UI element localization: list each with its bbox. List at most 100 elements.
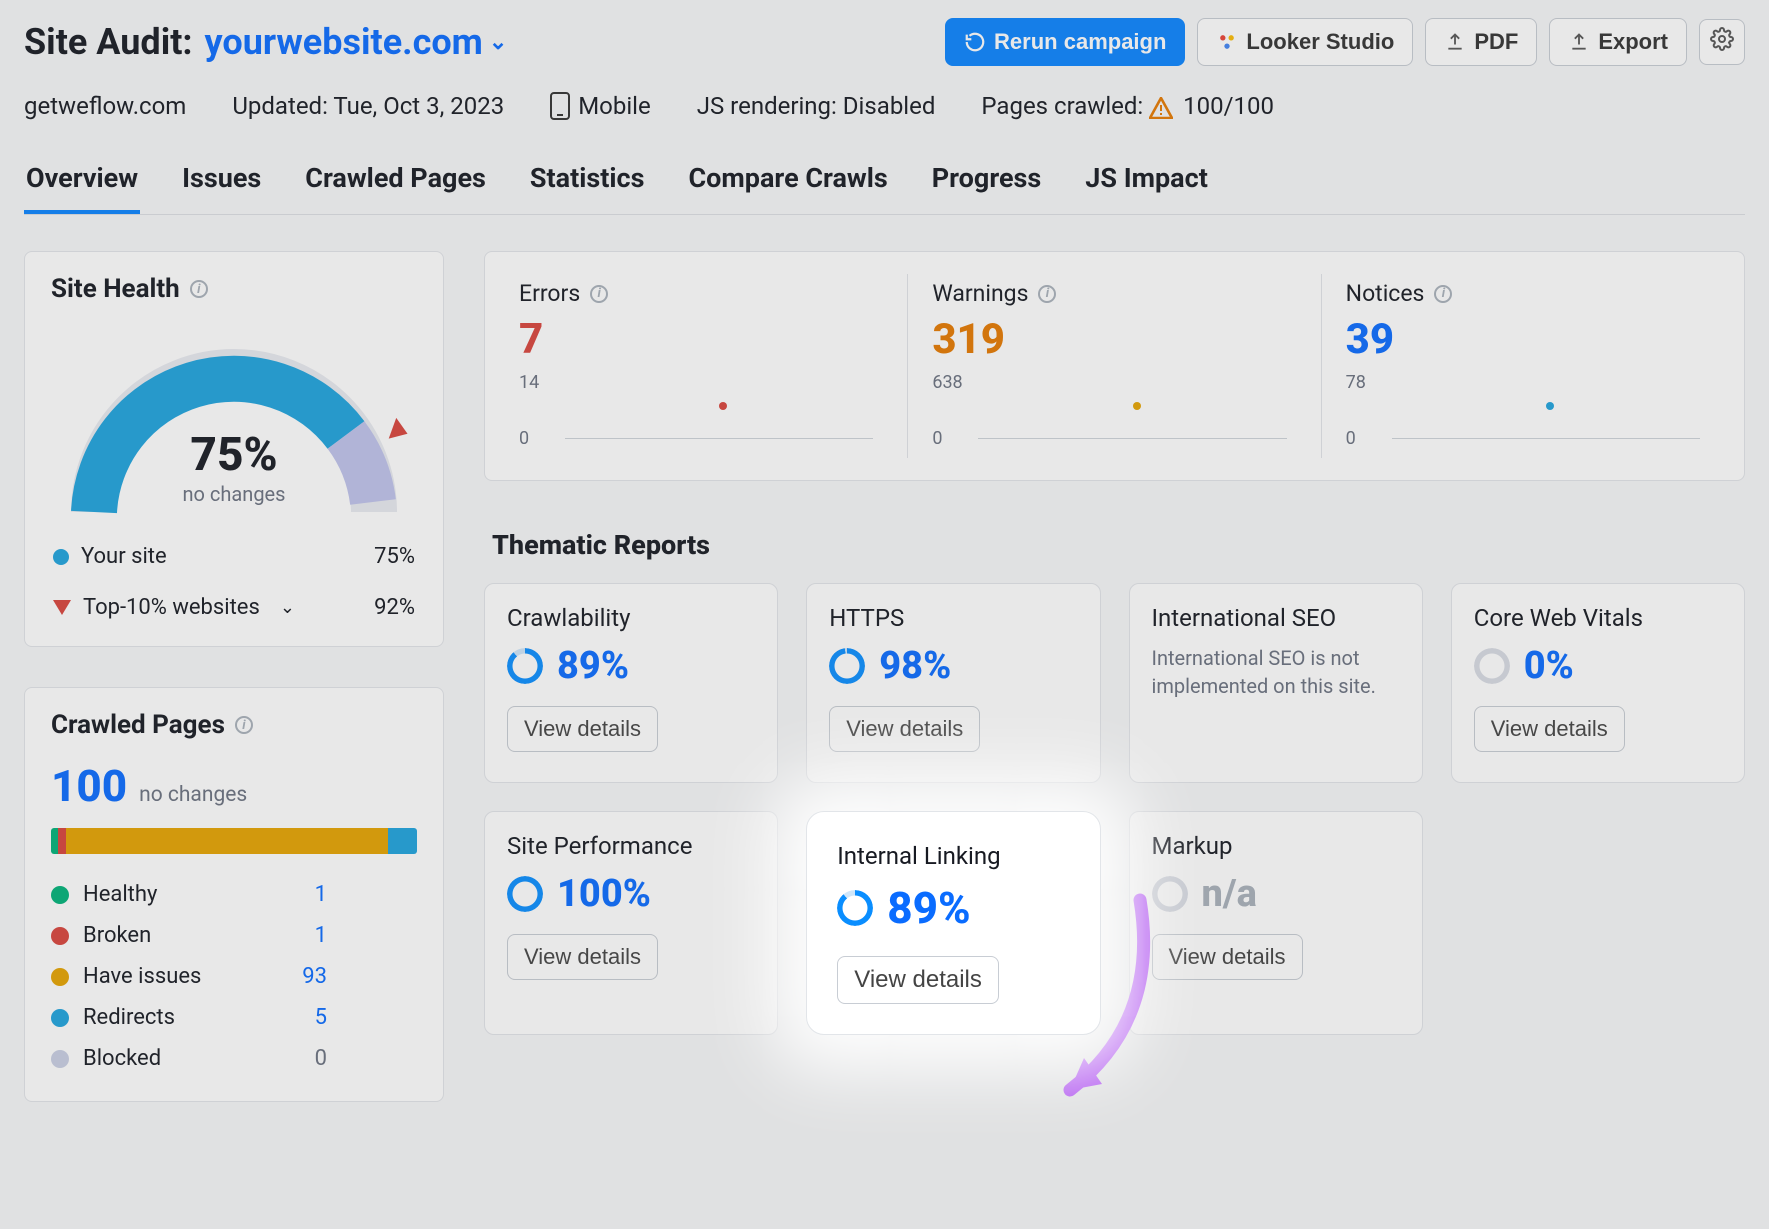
- data-point: [1133, 402, 1141, 410]
- site-domain-label: yourwebsite.com: [205, 21, 483, 63]
- thematic-reports-title: Thematic Reports: [492, 529, 1737, 561]
- stat-warnings[interactable]: Warningsi3196380: [908, 274, 1321, 458]
- rerun-campaign-button[interactable]: Rerun campaign: [945, 18, 1185, 66]
- site-health-gauge: 75% no changes: [64, 332, 404, 522]
- card-title: International SEO: [1152, 604, 1400, 632]
- dot-icon: [51, 1009, 69, 1027]
- card-value: 89%: [887, 882, 970, 934]
- donut-icon: [1152, 876, 1188, 912]
- donut-icon: [1474, 648, 1510, 684]
- thematic-card-site-performance: Site Performance 100% View details: [484, 811, 778, 1035]
- pages-crawled-label: Pages crawled:: [981, 92, 1143, 120]
- card-title: Site Performance: [507, 832, 755, 860]
- info-icon[interactable]: i: [1434, 285, 1452, 303]
- dot-icon: [51, 886, 69, 904]
- card-value: 0%: [1524, 644, 1574, 688]
- stat-label: Notices: [1346, 280, 1425, 307]
- pdf-label: PDF: [1474, 29, 1518, 55]
- tab-compare-crawls[interactable]: Compare Crawls: [687, 156, 890, 214]
- row-value: 0: [287, 1046, 327, 1071]
- crawled-row-healthy[interactable]: Healthy1: [51, 874, 417, 915]
- crawled-row-have-issues[interactable]: Have issues 93: [51, 956, 417, 997]
- thematic-card-https: HTTPS98%View details: [806, 583, 1100, 783]
- tab-issues[interactable]: Issues: [180, 156, 263, 214]
- crawled-pages-sub: no changes: [139, 783, 247, 807]
- gauge-sub: no changes: [64, 482, 404, 506]
- rerun-label: Rerun campaign: [994, 29, 1166, 55]
- info-icon[interactable]: i: [190, 280, 208, 298]
- crawled-pages-card: Crawled Pages i 100 no changes Healthy1B…: [24, 687, 444, 1102]
- card-value: n/a: [1202, 872, 1257, 916]
- card-value: 100%: [557, 872, 651, 916]
- row-value: 93: [287, 964, 327, 989]
- sparkline: 140: [519, 372, 883, 452]
- row-label: Redirects: [83, 1005, 273, 1030]
- thematic-card-international-seo: International SEO International SEO is no…: [1129, 583, 1423, 783]
- crawled-row-redirects[interactable]: Redirects 5: [51, 997, 417, 1038]
- stat-value: 39: [1346, 315, 1710, 364]
- device-indicator: Mobile: [550, 92, 651, 120]
- view-details-button[interactable]: View details: [507, 706, 658, 752]
- tab-progress[interactable]: Progress: [930, 156, 1044, 214]
- bar-segment: [388, 828, 417, 854]
- looker-studio-button[interactable]: Looker Studio: [1197, 18, 1413, 66]
- looker-label: Looker Studio: [1246, 29, 1394, 55]
- crawled-row-broken[interactable]: Broken1: [51, 915, 417, 956]
- tab-statistics[interactable]: Statistics: [528, 156, 647, 214]
- bar-segment: [66, 828, 388, 854]
- tab-overview[interactable]: Overview: [24, 156, 140, 214]
- view-details-button[interactable]: View details: [1152, 934, 1303, 980]
- stat-errors[interactable]: Errorsi7140: [495, 274, 908, 458]
- card-note: International SEO is not implemented on …: [1152, 644, 1400, 700]
- card-title: Crawlability: [507, 604, 755, 632]
- warning-icon: [1149, 97, 1173, 119]
- row-value: 5: [287, 1005, 327, 1030]
- project-domain: getweflow.com: [24, 92, 186, 120]
- ytick: 0: [932, 428, 942, 449]
- data-point: [1546, 402, 1554, 410]
- info-icon[interactable]: i: [1038, 285, 1056, 303]
- view-details-button[interactable]: View details: [837, 956, 999, 1004]
- chevron-down-icon: ⌄: [280, 597, 295, 618]
- view-details-button[interactable]: View details: [507, 934, 658, 980]
- info-icon[interactable]: i: [590, 285, 608, 303]
- view-details-button[interactable]: View details: [829, 706, 980, 752]
- chevron-down-icon: ⌄: [489, 30, 507, 55]
- view-details-button[interactable]: View details: [1474, 706, 1625, 752]
- page-title: Site Audit:: [24, 21, 193, 63]
- pages-crawled: Pages crawled: 100/100: [981, 92, 1274, 120]
- donut-icon: [829, 648, 865, 684]
- refresh-icon: [964, 31, 986, 53]
- upload-icon: [1444, 31, 1466, 53]
- stat-notices[interactable]: Noticesi39780: [1322, 274, 1734, 458]
- legend-row[interactable]: Top-10% websites⌄92%: [51, 591, 417, 624]
- sparkline: 638 0: [932, 372, 1296, 452]
- mobile-icon: [550, 92, 570, 120]
- site-health-title: Site Health: [51, 274, 180, 304]
- row-label: Have issues: [83, 964, 273, 989]
- issues-summary-row: Errorsi7140Warningsi3196380Noticesi39780: [484, 251, 1745, 481]
- tab-js-impact[interactable]: JS Impact: [1083, 156, 1210, 214]
- site-domain-dropdown[interactable]: yourwebsite.com ⌄: [205, 21, 508, 63]
- pdf-button[interactable]: PDF: [1425, 18, 1537, 66]
- pages-crawled-value: 100/100: [1183, 92, 1274, 120]
- donut-icon: [507, 648, 543, 684]
- card-title: HTTPS: [829, 604, 1077, 632]
- settings-button[interactable]: [1699, 19, 1745, 65]
- row-value: 1: [287, 882, 327, 907]
- row-label: Broken: [83, 923, 273, 948]
- info-icon[interactable]: i: [235, 716, 253, 734]
- export-label: Export: [1598, 29, 1668, 55]
- card-title: Core Web Vitals: [1474, 604, 1722, 632]
- bar-segment: [51, 828, 58, 854]
- dot-icon: [51, 1050, 69, 1068]
- stat-value: 319: [932, 315, 1296, 364]
- card-title: Internal Linking: [837, 842, 1069, 870]
- stat-label: Errors: [519, 280, 580, 307]
- tab-crawled-pages[interactable]: Crawled Pages: [303, 156, 488, 214]
- crawled-row-blocked[interactable]: Blocked0: [51, 1038, 417, 1079]
- ytick: 0: [1346, 428, 1356, 449]
- export-button[interactable]: Export: [1549, 18, 1687, 66]
- ytick: 638: [932, 372, 962, 393]
- gear-icon: [1710, 27, 1734, 57]
